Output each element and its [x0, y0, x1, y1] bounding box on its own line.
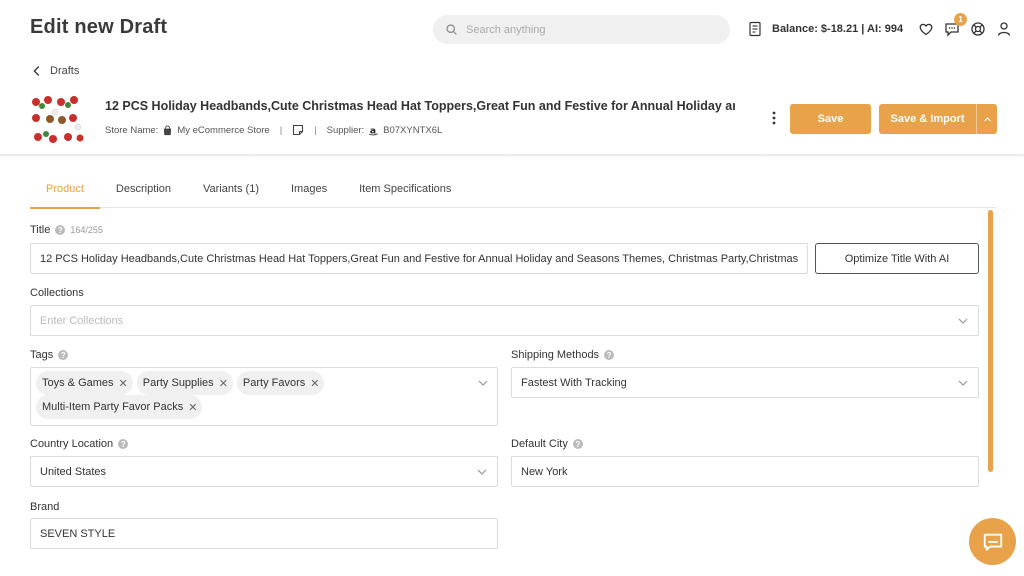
shipping-value: Fastest With Tracking [521, 376, 627, 389]
search-input[interactable] [466, 23, 706, 36]
country-select[interactable]: United States [30, 456, 498, 487]
back-label: Drafts [50, 65, 80, 77]
note-icon[interactable] [292, 124, 304, 136]
product-thumbnail [28, 92, 86, 148]
brand-label: Brand [30, 501, 60, 513]
help-icon[interactable]: ? [58, 350, 69, 360]
tag-label: Multi-Item Party Favor Packs [42, 401, 184, 413]
remove-tag-icon[interactable]: ✕ [219, 377, 228, 390]
tab-description[interactable]: Description [100, 175, 187, 208]
header-divider [0, 154, 1024, 158]
user-icon[interactable] [993, 18, 1015, 40]
tag-chip: Multi-Item Party Favor Packs ✕ [36, 395, 203, 419]
shipping-select[interactable]: Fastest With Tracking [511, 367, 979, 398]
store-label: Store Name: [105, 124, 159, 136]
title-label-row: Title ? 164/255 [30, 224, 103, 236]
separator: | [314, 124, 317, 136]
heart-icon[interactable] [915, 18, 937, 40]
chevron-down-icon [958, 318, 968, 324]
store-name: My eCommerce Store [177, 124, 270, 136]
chat-launcher-button[interactable] [969, 518, 1016, 565]
help-icon[interactable]: ? [118, 439, 129, 449]
collections-placeholder: Enter Collections [40, 314, 124, 327]
separator: | [279, 124, 283, 136]
messages-button[interactable]: 1 [941, 13, 968, 40]
city-label: Default City [511, 438, 568, 450]
top-bar: Edit new Draft Balance: $-18.21 | AI: 99… [0, 0, 1024, 58]
save-import-button[interactable]: Save & Import [879, 104, 997, 134]
save-button[interactable]: Save [790, 104, 871, 134]
shipping-label-row: Shipping Methods ? [511, 349, 615, 361]
tag-chip: Party Favors ✕ [236, 371, 325, 395]
chevron-down-icon [958, 380, 968, 386]
tab-product[interactable]: Product [30, 175, 100, 209]
country-label-row: Country Location ? [30, 438, 129, 450]
tag-chip: Party Supplies ✕ [136, 371, 233, 395]
shopping-bag-icon [164, 124, 172, 135]
brand-value: SEVEN STYLE [40, 527, 116, 540]
country-value: United States [40, 465, 107, 478]
tag-label: Toys & Games [42, 377, 114, 389]
scrollbar[interactable] [988, 210, 993, 472]
brand-input[interactable]: SEVEN STYLE [30, 518, 498, 549]
city-value: New York [521, 465, 568, 478]
collections-select[interactable]: Enter Collections [30, 305, 979, 336]
shipping-label: Shipping Methods [511, 349, 600, 361]
title-value: 12 PCS Holiday Headbands,Cute Christmas … [40, 252, 798, 265]
collections-label: Collections [30, 287, 84, 299]
amazon-icon: a [369, 125, 378, 136]
city-label-row: Default City ? [511, 438, 583, 450]
chat-icon [983, 533, 1002, 551]
more-options-icon[interactable] [765, 109, 783, 127]
tab-bar: Product Description Variants (1) Images … [30, 175, 996, 209]
product-meta: Store Name: My eCommerce Store | | Suppl… [105, 124, 442, 136]
country-label: Country Location [30, 438, 114, 450]
supplier-label: Supplier: [326, 124, 365, 136]
title-char-count: 164/255 [70, 225, 103, 235]
chevron-down-icon [477, 469, 487, 475]
city-input[interactable]: New York [511, 456, 979, 487]
optimize-title-button[interactable]: Optimize Title With AI [815, 243, 979, 274]
title-label: Title [30, 224, 51, 236]
support-icon[interactable] [967, 18, 989, 40]
title-input[interactable]: 12 PCS Holiday Headbands,Cute Christmas … [30, 243, 808, 274]
tab-variants[interactable]: Variants (1) [187, 175, 275, 208]
chevron-down-icon[interactable] [477, 377, 489, 389]
tag-chip: Toys & Games ✕ [36, 371, 133, 395]
save-import-label: Save & Import [890, 113, 965, 125]
product-title: 12 PCS Holiday Headbands,Cute Christmas … [105, 99, 735, 113]
billing-icon[interactable] [744, 18, 766, 40]
balance-text: Balance: $-18.21 | AI: 994 [772, 23, 904, 35]
search-icon [446, 24, 457, 35]
tags-label: Tags [30, 349, 54, 361]
tag-label: Party Favors [242, 377, 306, 389]
help-icon[interactable]: ? [55, 225, 66, 235]
chevron-left-icon [33, 66, 40, 76]
remove-tag-icon[interactable]: ✕ [310, 377, 319, 390]
page-title: Edit new Draft [30, 16, 168, 38]
remove-tag-icon[interactable]: ✕ [119, 377, 128, 390]
tab-images[interactable]: Images [275, 175, 343, 208]
back-to-drafts-link[interactable]: Drafts [30, 64, 79, 78]
tab-item-specifications[interactable]: Item Specifications [343, 175, 467, 208]
tags-input[interactable]: Toys & Games ✕ Party Supplies ✕ Party Favo… [30, 367, 498, 426]
help-icon[interactable]: ? [604, 350, 615, 360]
remove-tag-icon[interactable]: ✕ [188, 401, 197, 414]
supplier-id: B07XYNTX6L [383, 124, 443, 136]
notification-badge: 1 [954, 13, 968, 26]
search-bar[interactable] [433, 15, 730, 44]
tag-label: Party Supplies [142, 377, 214, 389]
save-import-dropdown[interactable] [976, 104, 997, 134]
help-icon[interactable]: ? [572, 439, 583, 449]
tags-label-row: Tags ? [30, 349, 69, 361]
chevron-up-icon [983, 116, 991, 121]
